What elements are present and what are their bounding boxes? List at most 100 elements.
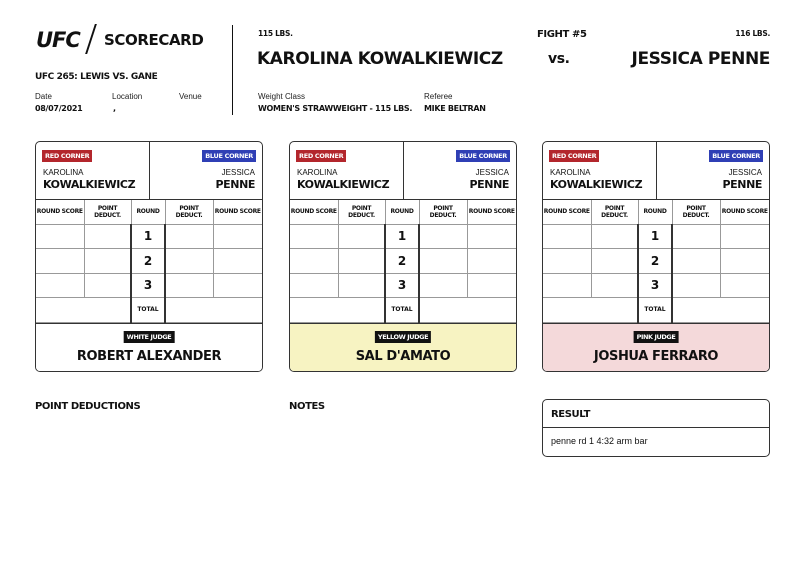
deduct-cell[interactable] (164, 223, 214, 249)
score-cell[interactable] (212, 248, 262, 274)
deduct-cell[interactable] (671, 223, 721, 249)
total-label: TOTAL (130, 297, 166, 323)
weight-class-label: Weight Class (258, 92, 305, 101)
deduct-cell[interactable] (83, 272, 132, 298)
score-cell[interactable] (543, 248, 592, 274)
blue-corner-badge: BLUE CORNER (456, 150, 510, 162)
notes-heading: NOTES (289, 401, 325, 412)
score-cell[interactable] (466, 248, 516, 274)
deduct-cell[interactable] (418, 223, 468, 249)
score-cell[interactable] (466, 272, 516, 298)
round-number: 3 (384, 272, 420, 298)
round-row: 2 (290, 248, 516, 274)
score-cell[interactable] (719, 272, 769, 298)
deduct-cell[interactable] (164, 272, 214, 298)
deduct-cell[interactable] (418, 272, 468, 298)
result-heading: RESULT (551, 409, 590, 420)
score-cell[interactable] (719, 223, 769, 249)
blue-round-score-header: ROUND SCORE (212, 200, 262, 225)
total-label: TOTAL (637, 297, 673, 323)
blue-point-deduct-header: POINT DEDUCT. (164, 200, 214, 225)
round-number: 2 (637, 248, 673, 274)
referee-label: Referee (424, 92, 453, 101)
ufc-logo: UFC (36, 28, 81, 52)
judge-name: JOSHUA FERRARO (593, 349, 719, 364)
red-corner-fighter: KAROLINA KOWALKIEWICZ (43, 168, 136, 191)
red-fighter-weight: 115 LBS. (258, 29, 293, 38)
deduct-cell[interactable] (671, 248, 721, 274)
score-cell[interactable] (543, 223, 592, 249)
score-cell[interactable] (466, 223, 516, 249)
fight-number: FIGHT #5 (537, 29, 587, 40)
deduct-cell[interactable] (590, 272, 639, 298)
red-total-cell[interactable] (543, 297, 639, 323)
deduct-cell[interactable] (418, 248, 468, 274)
deduct-cell[interactable] (590, 223, 639, 249)
blue-point-deduct-header: POINT DEDUCT. (418, 200, 468, 225)
score-cell[interactable] (719, 248, 769, 274)
blue-corner-fighter: JESSICA PENNE (722, 168, 762, 191)
score-table: ROUND SCORE POINT DEDUCT. ROUND POINT DE… (543, 200, 769, 323)
score-cell[interactable] (36, 248, 85, 274)
red-corner-fighter: KAROLINA KOWALKIEWICZ (297, 168, 390, 191)
blue-total-cell[interactable] (671, 297, 769, 323)
round-row: 2 (36, 248, 262, 274)
result-text: penne rd 1 4:32 arm bar (551, 436, 648, 446)
red-total-cell[interactable] (36, 297, 132, 323)
point-deductions-heading: POINT DEDUCTIONS (35, 401, 141, 412)
blue-corner-fighter: JESSICA PENNE (469, 168, 509, 191)
corner-header: RED CORNER BLUE CORNER KAROLINA KOWALKIE… (36, 142, 262, 200)
corner-header: RED CORNER BLUE CORNER KAROLINA KOWALKIE… (543, 142, 769, 200)
blue-fighter-weight: 116 LBS. (735, 29, 770, 38)
result-box: RESULT penne rd 1 4:32 arm bar (542, 399, 770, 457)
deduct-cell[interactable] (337, 223, 386, 249)
round-header: ROUND (637, 200, 673, 225)
blue-total-cell[interactable] (418, 297, 516, 323)
score-cell[interactable] (212, 272, 262, 298)
result-divider (543, 427, 769, 428)
deduct-cell[interactable] (337, 272, 386, 298)
round-row: 1 (36, 223, 262, 249)
red-point-deduct-header: POINT DEDUCT. (83, 200, 132, 225)
round-number: 1 (130, 223, 166, 249)
blue-total-cell[interactable] (164, 297, 262, 323)
red-round-score-header: ROUND SCORE (36, 200, 85, 225)
total-row: TOTAL (543, 297, 769, 323)
deduct-cell[interactable] (83, 248, 132, 274)
blue-point-deduct-header: POINT DEDUCT. (671, 200, 721, 225)
score-header-row: ROUND SCORE POINT DEDUCT. ROUND POINT DE… (543, 200, 769, 225)
red-point-deduct-header: POINT DEDUCT. (337, 200, 386, 225)
deduct-cell[interactable] (671, 272, 721, 298)
red-total-cell[interactable] (290, 297, 386, 323)
judge-area: YELLOW JUDGE SAL D'AMATO (290, 323, 516, 371)
deduct-cell[interactable] (164, 248, 214, 274)
score-cell[interactable] (290, 272, 339, 298)
round-row: 3 (290, 272, 516, 298)
score-cell[interactable] (212, 223, 262, 249)
deduct-cell[interactable] (83, 223, 132, 249)
deduct-cell[interactable] (337, 248, 386, 274)
blue-corner-badge: BLUE CORNER (202, 150, 256, 162)
red-corner-badge: RED CORNER (549, 150, 600, 162)
logo-divider (85, 24, 97, 54)
round-row: 1 (290, 223, 516, 249)
score-cell[interactable] (290, 223, 339, 249)
scorecard-judge-3: RED CORNER BLUE CORNER KAROLINA KOWALKIE… (542, 141, 770, 372)
location-label: Location (112, 92, 143, 101)
vs-label: vs. (548, 51, 570, 67)
round-number: 1 (637, 223, 673, 249)
red-point-deduct-header: POINT DEDUCT. (590, 200, 639, 225)
scorecard-title: SCORECARD (104, 31, 204, 49)
score-cell[interactable] (290, 248, 339, 274)
score-cell[interactable] (36, 272, 85, 298)
blue-corner-fighter: JESSICA PENNE (215, 168, 255, 191)
date-label: Date (35, 92, 52, 101)
score-cell[interactable] (543, 272, 592, 298)
round-row: 2 (543, 248, 769, 274)
score-cell[interactable] (36, 223, 85, 249)
deduct-cell[interactable] (590, 248, 639, 274)
round-number: 3 (637, 272, 673, 298)
score-header-row: ROUND SCORE POINT DEDUCT. ROUND POINT DE… (290, 200, 516, 225)
scorecard-judge-2: RED CORNER BLUE CORNER KAROLINA KOWALKIE… (289, 141, 517, 372)
scorecard-judge-1: RED CORNER BLUE CORNER KAROLINA KOWALKIE… (35, 141, 263, 372)
